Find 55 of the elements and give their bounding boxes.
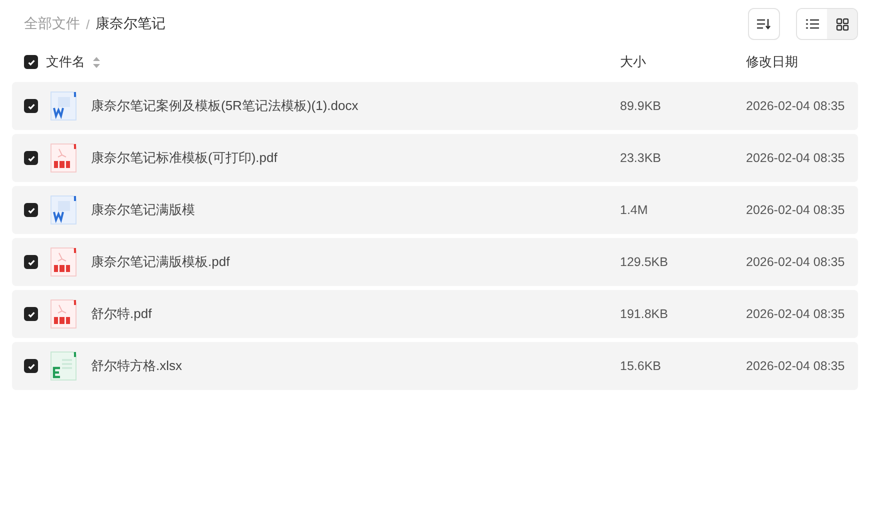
- check-icon: [26, 154, 36, 162]
- file-size: 23.3KB: [620, 151, 662, 165]
- column-header: 修改日期: [746, 53, 799, 71]
- word-file-icon: [50, 195, 77, 225]
- file-name: 康奈尔笔记满版模: [91, 201, 195, 219]
- file-name: 舒尔特方格.xlsx: [91, 357, 182, 375]
- list-icon: [806, 19, 818, 29]
- check-icon: [26, 102, 36, 110]
- file-size: 1.4M: [620, 203, 649, 217]
- file-row[interactable]: 康奈尔笔记案例及模板(5R笔记法模板)(1).docx 89.9KB 2026-02-04 08:35: [12, 82, 858, 130]
- row-checkbox[interactable]: [24, 203, 38, 217]
- row-checkbox[interactable]: [24, 151, 38, 165]
- check-icon: [26, 58, 36, 66]
- grid-icon: [836, 18, 848, 30]
- modified-date: 2026-02-04 08:35: [746, 151, 846, 165]
- modified-date: 2026-02-04 08:35: [746, 99, 846, 113]
- file-row[interactable]: 舒尔特.pdf 191.8KB 2026-02-04 08:35: [12, 290, 858, 338]
- pdf-file-icon: [50, 299, 77, 329]
- file-name: 康奈尔笔记标准模板(可打印).pdf: [91, 149, 278, 167]
- breadcrumb-current: 康奈尔笔记: [96, 15, 166, 33]
- excel-file-icon: [50, 351, 77, 381]
- file-size: 89.9KB: [620, 99, 662, 113]
- sort-icon: [757, 18, 771, 30]
- check-icon: [26, 362, 36, 370]
- row-checkbox[interactable]: [24, 307, 38, 321]
- column-header: 文件名: [46, 53, 85, 71]
- check-icon: [26, 310, 36, 318]
- check-icon: [26, 258, 36, 266]
- file-size: 129.5KB: [620, 255, 669, 269]
- file-row[interactable]: 舒尔特方格.xlsx 15.6KB 2026-02-04 08:35: [12, 342, 858, 390]
- modified-date: 2026-02-04 08:35: [746, 359, 846, 373]
- file-size: 191.8KB: [620, 307, 669, 321]
- file-name: 舒尔特.pdf: [91, 305, 152, 323]
- modified-date: 2026-02-04 08:35: [746, 307, 846, 321]
- grid-view-button[interactable]: [827, 9, 857, 39]
- file-name: 康奈尔笔记满版模板.pdf: [91, 253, 230, 271]
- file-size: 15.6KB: [620, 359, 662, 373]
- row-checkbox[interactable]: [24, 359, 38, 373]
- modified-date: 2026-02-04 08:35: [746, 255, 846, 269]
- file-row[interactable]: 康奈尔笔记满版模板.pdf 129.5KB 2026-02-04 08:35: [12, 238, 858, 286]
- file-name: 康奈尔笔记案例及模板(5R笔记法模板)(1).docx: [91, 97, 358, 115]
- breadcrumb-separator: /: [86, 16, 90, 32]
- pdf-file-icon: [50, 247, 77, 277]
- word-file-icon: [50, 91, 77, 121]
- select-all-checkbox[interactable]: [24, 55, 38, 69]
- row-checkbox[interactable]: [24, 255, 38, 269]
- sort-button[interactable]: [748, 8, 780, 40]
- pdf-file-icon: [50, 143, 77, 173]
- column-header: 大小: [620, 53, 647, 71]
- file-row[interactable]: 康奈尔笔记标准模板(可打印).pdf 23.3KB 2026-02-04 08:35: [12, 134, 858, 182]
- file-row[interactable]: 康奈尔笔记满版模 1.4M 2026-02-04 08:35: [12, 186, 858, 234]
- sort-icon: [93, 56, 100, 68]
- check-icon: [26, 206, 36, 214]
- modified-date: 2026-02-04 08:35: [746, 203, 846, 217]
- row-checkbox[interactable]: [24, 99, 38, 113]
